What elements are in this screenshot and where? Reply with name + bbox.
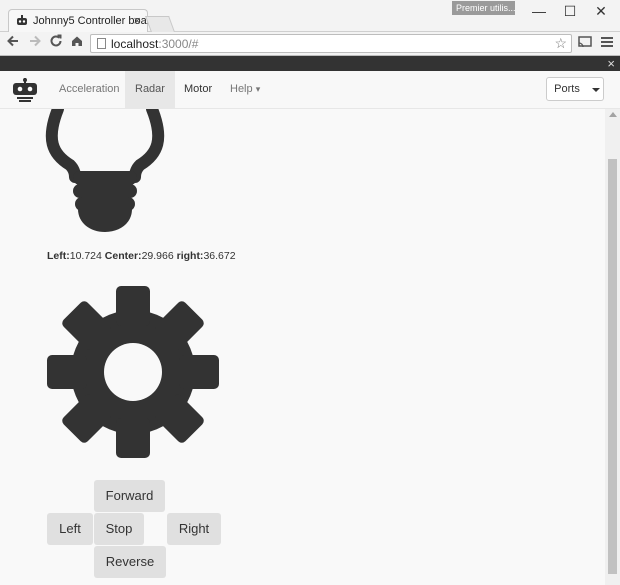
nav-help[interactable]: Help ▾ bbox=[220, 71, 270, 108]
robot-favicon-icon bbox=[17, 15, 27, 25]
browser-toolbar: localhost:3000/# ☆ bbox=[0, 32, 620, 56]
maximize-button[interactable]: ☐ bbox=[555, 0, 585, 22]
cast-icon[interactable] bbox=[576, 34, 594, 52]
nav-motor[interactable]: Motor bbox=[174, 71, 222, 108]
radar-left-value: 10.724 bbox=[69, 250, 102, 262]
arrow-right-icon[interactable] bbox=[26, 34, 44, 52]
ports-caret-button[interactable] bbox=[587, 77, 604, 101]
close-window-button[interactable]: ✕ bbox=[586, 0, 616, 22]
radar-left-label: Left: bbox=[47, 250, 70, 262]
arrow-left-icon[interactable] bbox=[4, 34, 22, 52]
browser-titlebar: Johnny5 Controller board × Premier utili… bbox=[0, 0, 620, 32]
reload-icon[interactable] bbox=[47, 34, 65, 52]
radar-center-value: 29.966 bbox=[141, 250, 174, 262]
nav-radar[interactable]: Radar bbox=[125, 71, 175, 108]
gear-icon bbox=[47, 286, 219, 458]
close-icon[interactable]: × bbox=[607, 56, 615, 71]
lightbulb-icon bbox=[45, 109, 165, 232]
left-button[interactable]: Left bbox=[47, 513, 93, 545]
nav-acceleration[interactable]: Acceleration bbox=[49, 71, 130, 108]
reverse-button[interactable]: Reverse bbox=[94, 546, 166, 578]
vertical-scrollbar[interactable] bbox=[605, 109, 620, 585]
address-bar[interactable]: localhost:3000/# ☆ bbox=[90, 34, 572, 53]
radar-center-label: Center: bbox=[104, 250, 142, 262]
ports-dropdown: Ports bbox=[544, 77, 604, 101]
app-navbar: Acceleration Radar Motor Help ▾ Ports bbox=[0, 71, 620, 109]
radar-right-value: 36.672 bbox=[203, 250, 236, 262]
browser-tab[interactable]: Johnny5 Controller board × bbox=[8, 9, 157, 32]
ports-button[interactable]: Ports bbox=[546, 77, 588, 101]
star-icon[interactable]: ☆ bbox=[554, 35, 567, 52]
right-button[interactable]: Right bbox=[167, 513, 221, 545]
profile-badge[interactable]: Premier utilis... bbox=[452, 1, 515, 15]
chevron-down-icon: ▾ bbox=[255, 84, 261, 94]
nav-help-label: Help bbox=[230, 83, 253, 95]
minimize-button[interactable]: — bbox=[524, 0, 554, 22]
radar-right-label: right: bbox=[176, 250, 204, 262]
url-text[interactable]: localhost:3000/# bbox=[111, 37, 198, 51]
hamburger-menu-icon[interactable] bbox=[598, 34, 616, 52]
page-icon bbox=[97, 38, 106, 49]
main-content: Left:10.724 Center:29.966 right:36.672 F… bbox=[0, 109, 605, 585]
radar-readout: Left:10.724 Center:29.966 right:36.672 bbox=[47, 250, 236, 262]
tab-close-icon[interactable]: × bbox=[133, 13, 141, 28]
home-icon[interactable] bbox=[68, 34, 86, 52]
new-tab-button[interactable] bbox=[145, 16, 175, 32]
scroll-up-arrow-icon[interactable] bbox=[609, 112, 617, 117]
robot-logo-icon[interactable] bbox=[12, 78, 38, 102]
dark-notification-bar: × bbox=[0, 56, 620, 71]
scrollbar-thumb[interactable] bbox=[608, 159, 617, 574]
forward-button[interactable]: Forward bbox=[94, 480, 165, 512]
stop-button[interactable]: Stop bbox=[94, 513, 144, 545]
